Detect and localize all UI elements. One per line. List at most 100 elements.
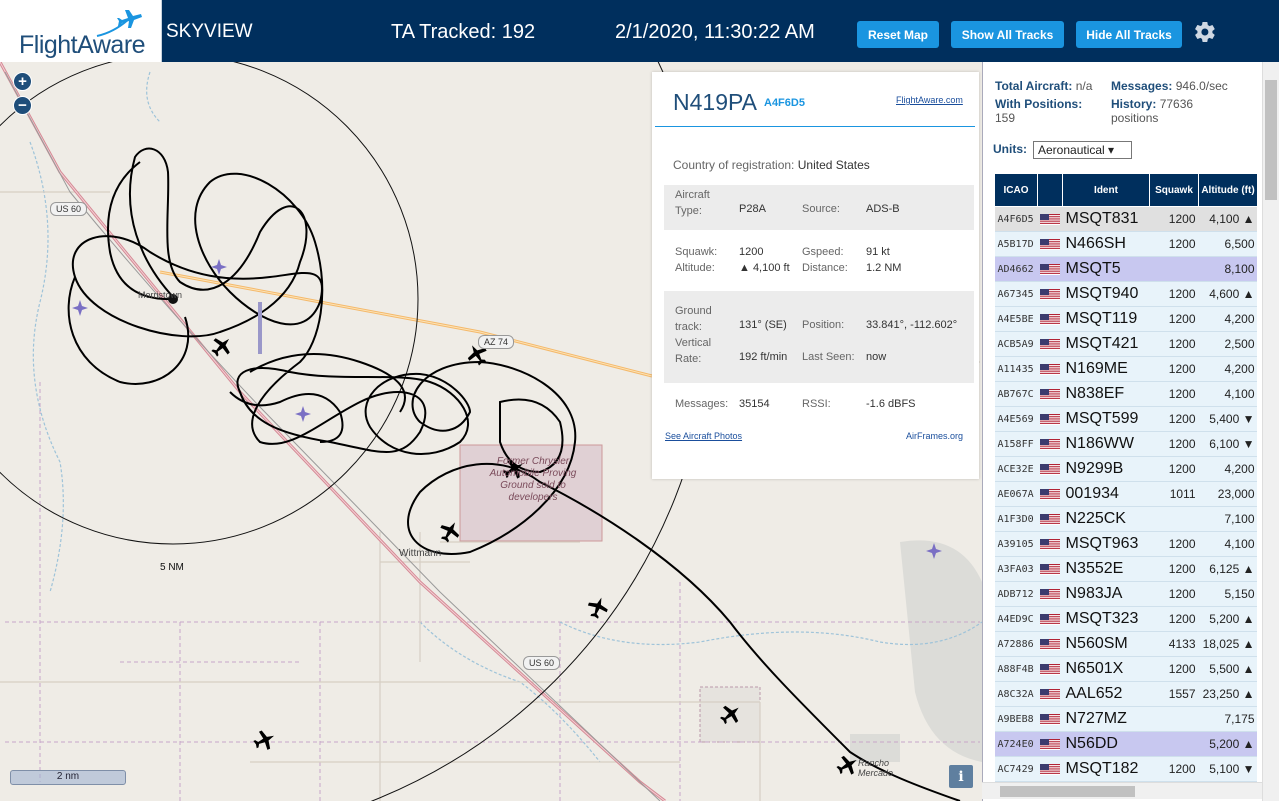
cell-icao: A3FA03 [994, 556, 1038, 582]
table-row[interactable]: A11435 N169ME 1200 4,200 [994, 356, 1257, 382]
cell-squawk: 1200 [1149, 756, 1199, 782]
table-row[interactable]: A3FA03 N3552E 1200 6,125 ▲ [994, 556, 1257, 582]
table-row[interactable]: AE067A 001934 1011 23,000 [994, 481, 1257, 507]
table-row[interactable]: A88F4B N6501X 1200 5,500 ▲ [994, 656, 1257, 682]
us60-shield-bottom: US 60 [523, 656, 561, 670]
table-row[interactable]: A1F3D0 N225CK 7,100 [994, 506, 1257, 532]
scroll-thumb-horizontal[interactable] [1000, 786, 1135, 797]
table-row[interactable]: A4ED9C MSQT323 1200 5,200 ▲ [994, 606, 1257, 632]
table-row[interactable]: A72886 N560SM 4133 18,025 ▲ [994, 631, 1257, 657]
aircraft-photos-link[interactable]: See Aircraft Photos [665, 431, 742, 441]
table-row[interactable]: AC7429 MSQT182 1200 5,100 ▼ [994, 756, 1257, 782]
rssi-value: -1.6 dBFS [866, 398, 916, 410]
cell-altitude: 5,400 ▼ [1198, 406, 1257, 432]
cell-ident: N727MZ [1062, 706, 1150, 732]
cell-ident: MSQT182 [1062, 756, 1150, 782]
cell-ident: MSQT119 [1062, 306, 1150, 332]
cell-squawk: 1200 [1149, 656, 1199, 682]
az74-shield: AZ 74 [478, 335, 515, 349]
cell-ident: N983JA [1062, 581, 1150, 607]
airframes-link[interactable]: AirFrames.org [906, 431, 963, 441]
us-flag-icon [1037, 706, 1063, 732]
cell-squawk: 1557 [1149, 681, 1199, 707]
table-row[interactable]: ACB5A9 MSQT421 1200 2,500 [994, 331, 1257, 357]
total-aircraft-stat: Total Aircraft: n/a [995, 79, 1092, 93]
cell-ident: N3552E [1062, 556, 1150, 582]
col-header-ident[interactable]: Ident [1062, 173, 1150, 207]
detail-divider [655, 126, 975, 127]
us-flag-icon [1037, 331, 1063, 357]
cell-ident: MSQT323 [1062, 606, 1150, 632]
show-all-tracks-button[interactable]: Show All Tracks [951, 21, 1064, 48]
table-row[interactable]: A4F6D5 MSQT831 1200 4,100 ▲ [994, 206, 1257, 232]
col-header-altitude[interactable]: Altitude (ft) [1198, 173, 1257, 207]
aircraft-icon[interactable] [585, 594, 611, 621]
cell-squawk: 1200 [1149, 381, 1199, 407]
aircraft-type-value: P28A [739, 203, 766, 215]
table-row[interactable]: AB767C N838EF 1200 4,100 [994, 381, 1257, 407]
cell-icao: AE067A [994, 481, 1038, 507]
table-row[interactable]: A724E0 N56DD 5,200 ▲ [994, 731, 1257, 757]
table-row[interactable]: A5B17D N466SH 1200 6,500 [994, 231, 1257, 257]
table-row[interactable]: A158FF N186WW 1200 6,100 ▼ [994, 431, 1257, 457]
list-vertical-scrollbar[interactable] [1262, 62, 1279, 801]
table-row[interactable]: A4E5BE MSQT119 1200 4,200 [994, 306, 1257, 332]
us-flag-icon [1037, 356, 1063, 382]
flightaware-link[interactable]: FlightAware.com [896, 95, 963, 105]
us-flag-icon [1037, 456, 1063, 482]
cell-ident: N56DD [1062, 731, 1150, 757]
hide-all-tracks-button[interactable]: Hide All Tracks [1076, 21, 1182, 48]
detail-type-block: Aircraft Type: P28A Source: ADS-B [664, 185, 974, 230]
zoom-in-button[interactable]: + [13, 72, 32, 91]
info-button[interactable]: i [949, 765, 973, 788]
reset-map-button[interactable]: Reset Map [857, 21, 939, 48]
cell-ident: N560SM [1062, 631, 1150, 657]
scroll-thumb[interactable] [1265, 80, 1277, 200]
table-row[interactable]: A4E569 MSQT599 1200 5,400 ▼ [994, 406, 1257, 432]
gear-icon[interactable] [1193, 20, 1217, 44]
cell-altitude: 4,100 [1198, 381, 1257, 407]
us-flag-icon [1037, 631, 1063, 657]
col-header-flag[interactable] [1037, 173, 1063, 207]
cell-ident: 001934 [1062, 481, 1150, 507]
flightaware-logo[interactable]: FlightAware [0, 0, 162, 62]
col-header-icao[interactable]: ICAO [994, 173, 1038, 207]
table-row[interactable]: ACE32E N9299B 1200 4,200 [994, 456, 1257, 482]
cell-ident: N225CK [1062, 506, 1150, 532]
cell-altitude: 5,100 ▼ [1198, 756, 1257, 782]
position-label: Position: [802, 319, 845, 331]
aircraft-registration: N419PA [673, 89, 757, 115]
aircraft-icon[interactable] [251, 727, 278, 754]
col-header-squawk[interactable]: Squawk [1149, 173, 1199, 207]
aircraft-icon[interactable] [436, 517, 464, 545]
units-label: Units: [993, 142, 1027, 156]
cell-ident: MSQT831 [1062, 206, 1150, 232]
total-aircraft-label: Total Aircraft: [995, 79, 1073, 93]
aircraft-type-label: Aircraft Type: [675, 189, 710, 217]
cell-altitude: 4,200 [1198, 456, 1257, 482]
cell-altitude: 5,200 ▲ [1198, 606, 1257, 632]
table-row[interactable]: ADB712 N983JA 1200 5,150 [994, 581, 1257, 607]
table-row[interactable]: A8C32A AAL652 1557 23,250 ▲ [994, 681, 1257, 707]
table-row[interactable]: A9BEB8 N727MZ 7,175 [994, 706, 1257, 732]
distance-value: 1.2 NM [866, 262, 902, 274]
cell-altitude: 5,500 ▲ [1198, 656, 1257, 682]
cell-icao: A88F4B [994, 656, 1038, 682]
list-horizontal-scrollbar[interactable] [982, 782, 1262, 799]
us-flag-icon [1037, 731, 1063, 757]
units-select[interactable]: Aeronautical ▾ [1033, 141, 1132, 159]
cell-altitude: 23,000 [1198, 481, 1257, 507]
table-row[interactable]: A39105 MSQT963 1200 4,100 [994, 531, 1257, 557]
country-label: Country of registration: [673, 158, 795, 172]
cell-icao: A724E0 [994, 731, 1038, 757]
clock: 2/1/2020, 11:30:22 AM [615, 21, 815, 43]
gspeed-label: Gspeed: [802, 246, 844, 258]
rancho-mercado-label: Rancho Mercado [858, 758, 894, 778]
cell-ident: N838EF [1062, 381, 1150, 407]
table-row[interactable]: A67345 MSQT940 1200 4,600 ▲ [994, 281, 1257, 307]
us-flag-icon [1037, 756, 1063, 782]
table-row[interactable]: AD4662 MSQT5 8,100 [994, 256, 1257, 282]
cell-icao: AD4662 [994, 256, 1038, 282]
cell-altitude: 2,500 [1198, 331, 1257, 357]
zoom-out-button[interactable]: − [13, 96, 32, 115]
